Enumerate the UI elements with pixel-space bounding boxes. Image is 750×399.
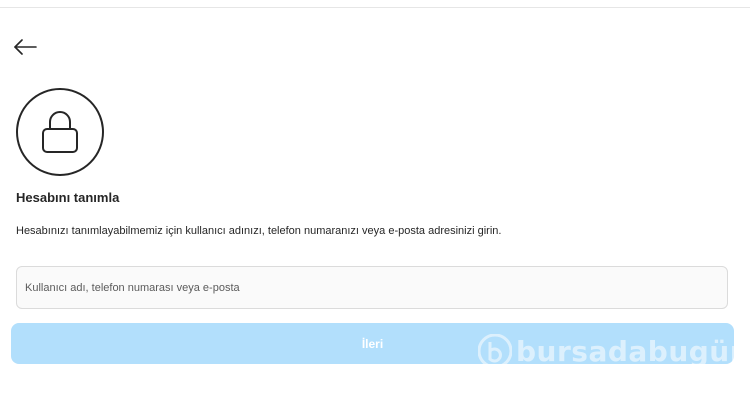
page-title: Hesabını tanımla xyxy=(16,190,120,205)
arrow-left-icon xyxy=(14,39,37,55)
username-phone-email-input[interactable] xyxy=(16,266,728,309)
top-divider xyxy=(0,7,750,8)
lock-icon xyxy=(42,111,78,153)
lock-badge xyxy=(16,88,104,176)
page-description: Hesabınızı tanımlayabilmemiz için kullan… xyxy=(16,225,502,237)
recover-account-page: Hesabını tanımla Hesabınızı tanımlayabil… xyxy=(0,0,750,399)
next-button[interactable]: İleri xyxy=(11,323,734,364)
back-button[interactable] xyxy=(12,37,38,57)
